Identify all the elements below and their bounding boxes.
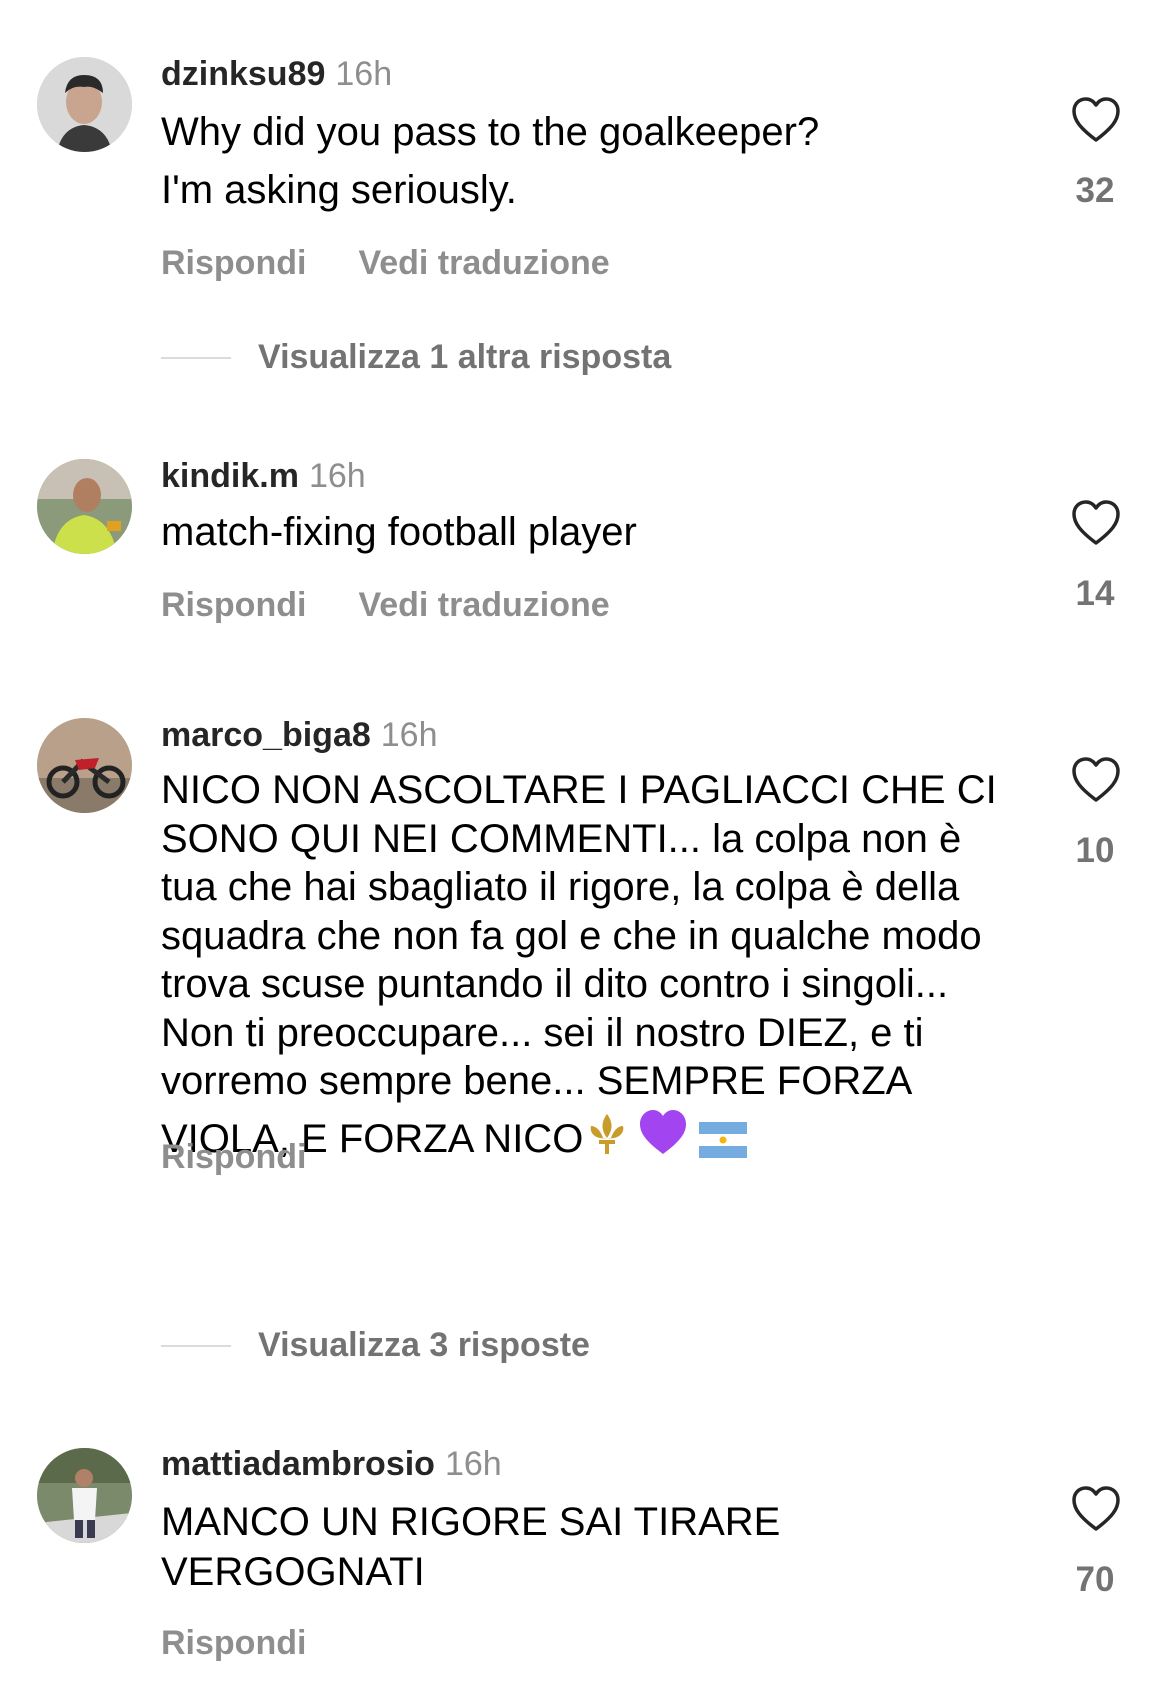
username[interactable]: kindik.m — [161, 457, 299, 495]
like-count: 32 — [1075, 171, 1115, 210]
username[interactable]: marco_biga8 — [161, 716, 371, 754]
comment-header: mattiadambrosio 16h — [161, 1444, 502, 1484]
heart-outline-icon — [1072, 500, 1120, 545]
comment-text: Why did you pass to the goalkeeper? I'm … — [161, 110, 820, 212]
comment-actions: Rispondi — [161, 1138, 306, 1177]
like-count: 14 — [1075, 574, 1115, 613]
argentina-flag-icon — [699, 1121, 748, 1170]
timestamp: 16h — [380, 716, 438, 754]
comment-header: dzinksu89 16h — [161, 54, 392, 94]
timestamp: 16h — [308, 457, 366, 495]
like-button[interactable] — [1068, 92, 1124, 148]
replies-divider — [161, 1345, 231, 1347]
fleur-de-lis-icon — [583, 1110, 631, 1170]
reply-button[interactable]: Rispondi — [161, 244, 306, 283]
username[interactable]: mattiadambrosio — [161, 1445, 435, 1483]
like-button[interactable] — [1068, 752, 1124, 808]
comment-actions: Rispondi — [161, 1624, 306, 1663]
comment-header: kindik.m 16h — [161, 456, 366, 496]
like-count: 70 — [1075, 1560, 1115, 1599]
timestamp: 16h — [444, 1445, 502, 1483]
like-button[interactable] — [1068, 495, 1124, 551]
avatar[interactable] — [37, 459, 132, 554]
avatar[interactable] — [37, 1448, 132, 1543]
reply-button[interactable]: Rispondi — [161, 1138, 306, 1177]
comment-text: match-fixing football player — [161, 510, 637, 554]
comment-text-body: NICO NON ASCOLTARE I PAGLIACCI CHE CI SO… — [161, 768, 997, 1161]
purple-heart-icon — [637, 1106, 689, 1170]
like-count: 10 — [1075, 831, 1115, 870]
comment-actions: Rispondi Vedi traduzione — [161, 586, 610, 625]
timestamp: 16h — [335, 55, 393, 93]
heart-outline-icon — [1072, 1486, 1120, 1531]
reply-button[interactable]: Rispondi — [161, 1624, 306, 1663]
reply-button[interactable]: Rispondi — [161, 586, 306, 625]
replies-divider — [161, 357, 231, 359]
comment-header: marco_biga8 16h — [161, 715, 438, 755]
heart-outline-icon — [1072, 757, 1120, 802]
comment-text: MANCO UN RIGORE SAI TIRARE VERGOGNATI — [161, 1500, 781, 1594]
see-translation-button[interactable]: Vedi traduzione — [358, 586, 609, 625]
like-button[interactable] — [1068, 1481, 1124, 1537]
avatar[interactable] — [37, 57, 132, 152]
see-translation-button[interactable]: Vedi traduzione — [358, 244, 609, 283]
comment-actions: Rispondi Vedi traduzione — [161, 244, 610, 283]
username[interactable]: dzinksu89 — [161, 55, 325, 93]
heart-outline-icon — [1072, 97, 1120, 142]
avatar[interactable] — [37, 718, 132, 813]
view-replies-label: Visualizza 1 altra risposta — [258, 338, 672, 376]
comment-text: NICO NON ASCOLTARE I PAGLIACCI CHE CI SO… — [161, 766, 1011, 1169]
view-replies-label: Visualizza 3 risposte — [258, 1326, 590, 1364]
